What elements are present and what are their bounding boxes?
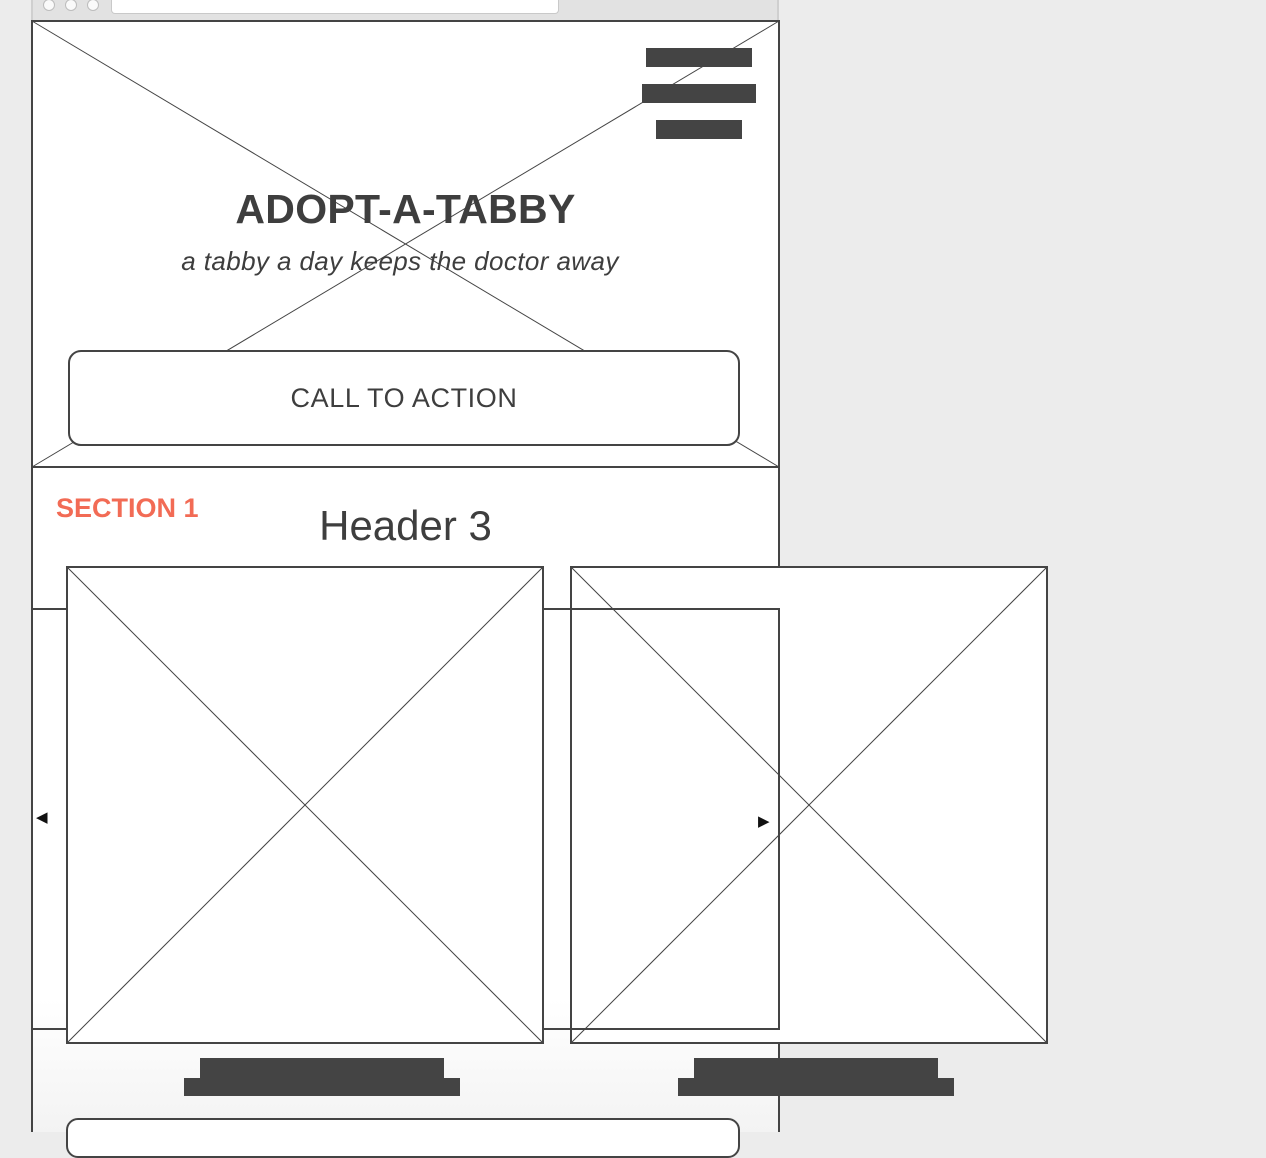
caption-line-2 [184,1078,460,1096]
address-bar[interactable] [111,0,559,14]
site-tagline: a tabby a day keeps the doctor away [181,246,619,276]
carousel-frame-overlay [570,608,780,1030]
hamburger-menu-icon[interactable] [642,48,756,140]
image-2-caption [678,1058,954,1096]
image-placeholder-icon [68,568,542,1042]
caption-line-1 [200,1058,444,1078]
site-title: ADOPT-A-TABBY [235,186,576,232]
prev-arrow-icon[interactable]: ◀ [36,810,48,825]
caption-line-1 [694,1058,938,1078]
menu-line-bottom [656,120,742,139]
menu-line-top [646,48,752,67]
caption-line-2 [678,1078,954,1096]
call-to-action-button[interactable]: CALL TO ACTION [68,350,740,446]
next-arrow-icon[interactable]: ▶ [758,814,770,829]
carousel-image-1[interactable] [66,566,544,1044]
section-header: Header 3 [319,502,492,549]
menu-line-middle [642,84,756,103]
call-to-action-label: CALL TO ACTION [290,382,518,413]
image-1-caption [184,1058,460,1096]
bottom-button[interactable] [66,1118,740,1158]
